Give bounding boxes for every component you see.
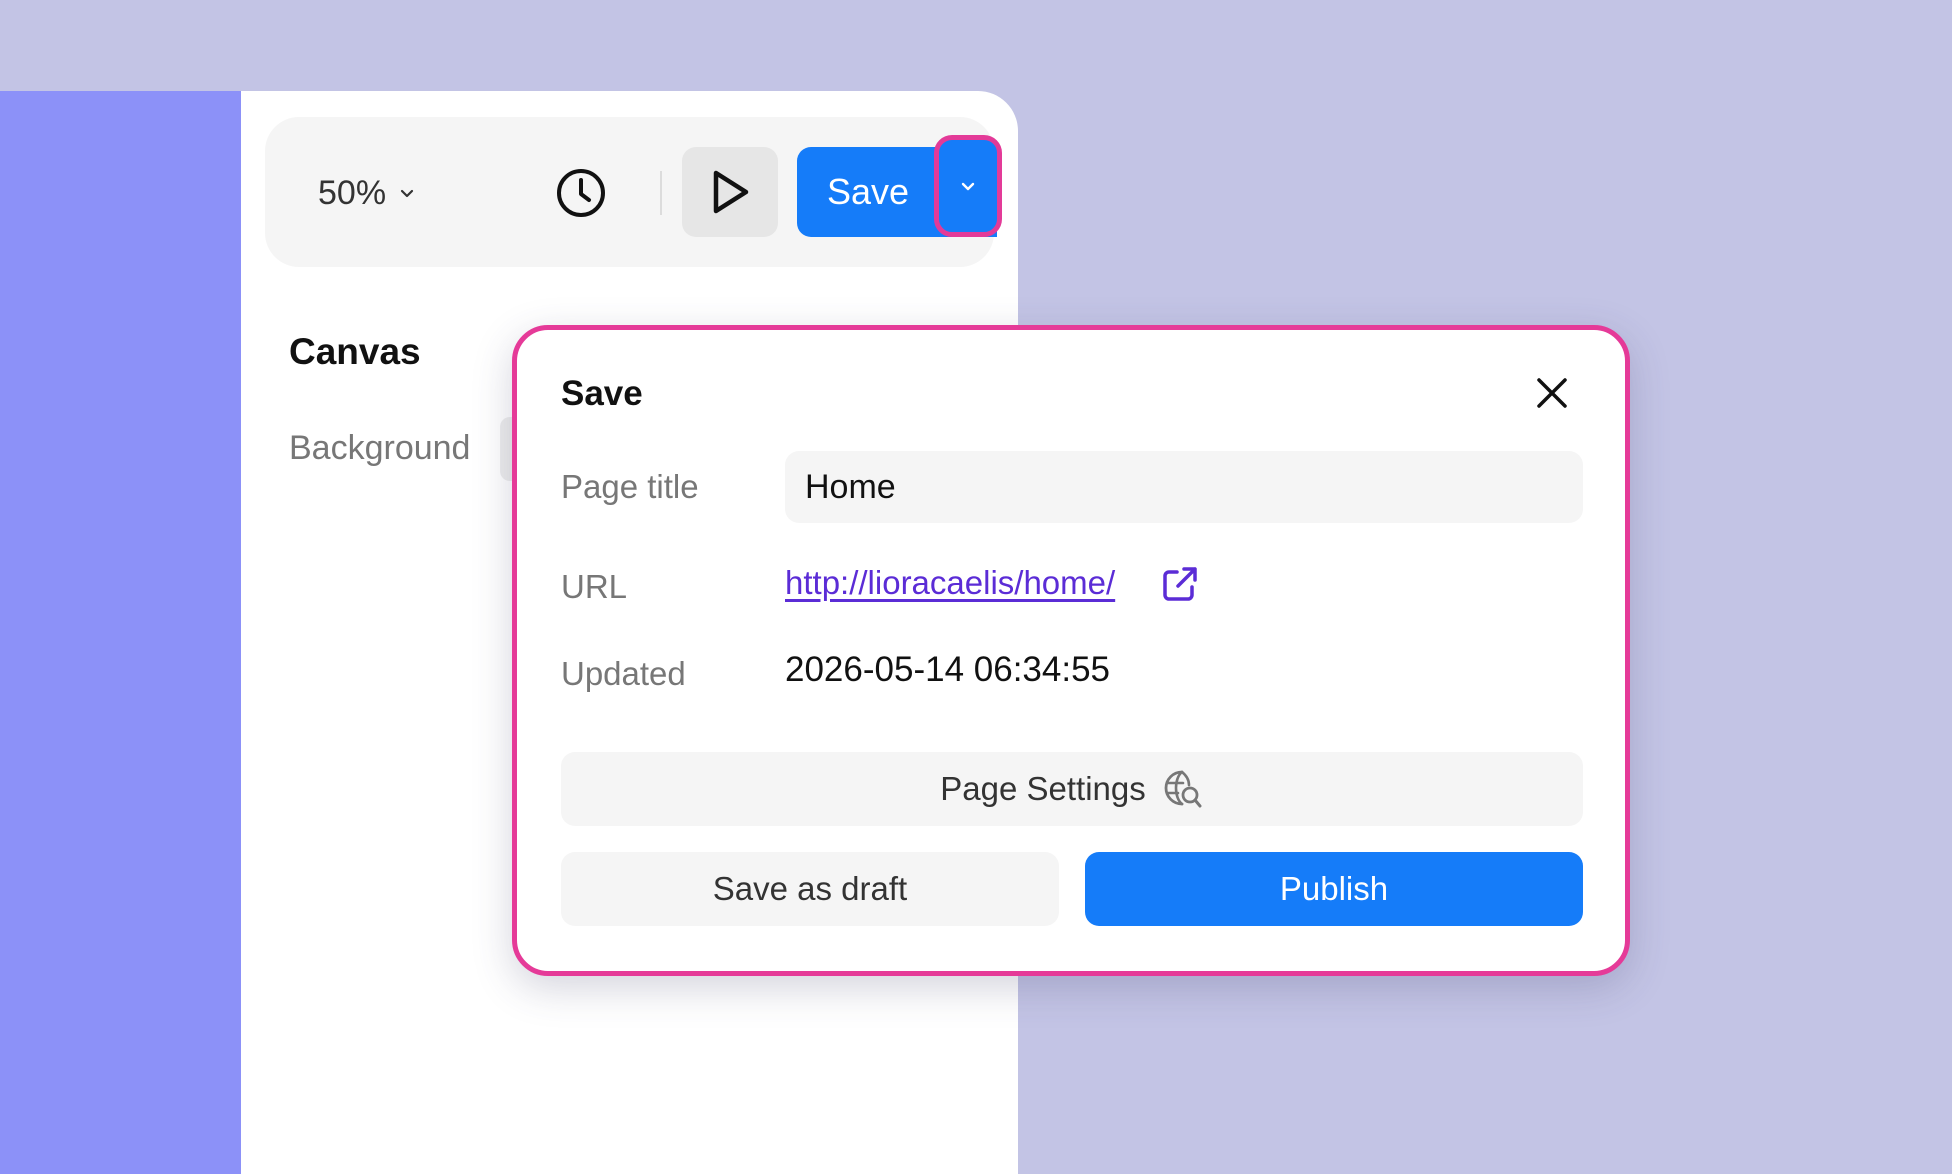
page-settings-button[interactable]: Page Settings — [561, 752, 1583, 826]
updated-timestamp: 2026-05-14 06:34:55 — [785, 650, 1110, 689]
save-button-label: Save — [826, 171, 910, 212]
toolbar-divider — [660, 171, 662, 215]
page-settings-label: Page Settings — [940, 770, 1146, 807]
zoom-select[interactable]: 50% — [318, 165, 416, 221]
close-icon — [1537, 378, 1567, 408]
preview-button[interactable] — [682, 147, 778, 237]
clock-icon — [557, 169, 605, 217]
save-as-draft-button[interactable]: Save as draft — [561, 852, 1059, 926]
dialog-title: Save — [561, 374, 643, 413]
save-options-button[interactable] — [934, 135, 1002, 237]
left-sidebar-strip — [0, 91, 241, 1174]
save-dialog: Save Page title URL http://lioracaelis/h… — [512, 325, 1630, 976]
canvas-section-title: Canvas — [289, 331, 421, 372]
chevron-down-icon — [400, 189, 414, 198]
chevron-down-icon — [961, 182, 975, 191]
page-title-input[interactable] — [785, 451, 1583, 523]
toolbar: 50% Save — [265, 117, 1002, 267]
history-button[interactable] — [553, 165, 609, 221]
external-link-icon[interactable] — [1160, 564, 1200, 604]
globe-search-icon — [1164, 770, 1202, 808]
zoom-level: 50% — [318, 173, 387, 212]
publish-button[interactable]: Publish — [1085, 852, 1583, 926]
close-button[interactable] — [1529, 370, 1575, 416]
url-label: URL — [561, 568, 628, 605]
background-label: Background — [289, 429, 471, 467]
page-title-label: Page title — [561, 468, 699, 505]
updated-label: Updated — [561, 655, 686, 692]
page-url-link[interactable]: http://lioracaelis/home/ — [785, 564, 1115, 602]
play-icon — [713, 170, 749, 214]
